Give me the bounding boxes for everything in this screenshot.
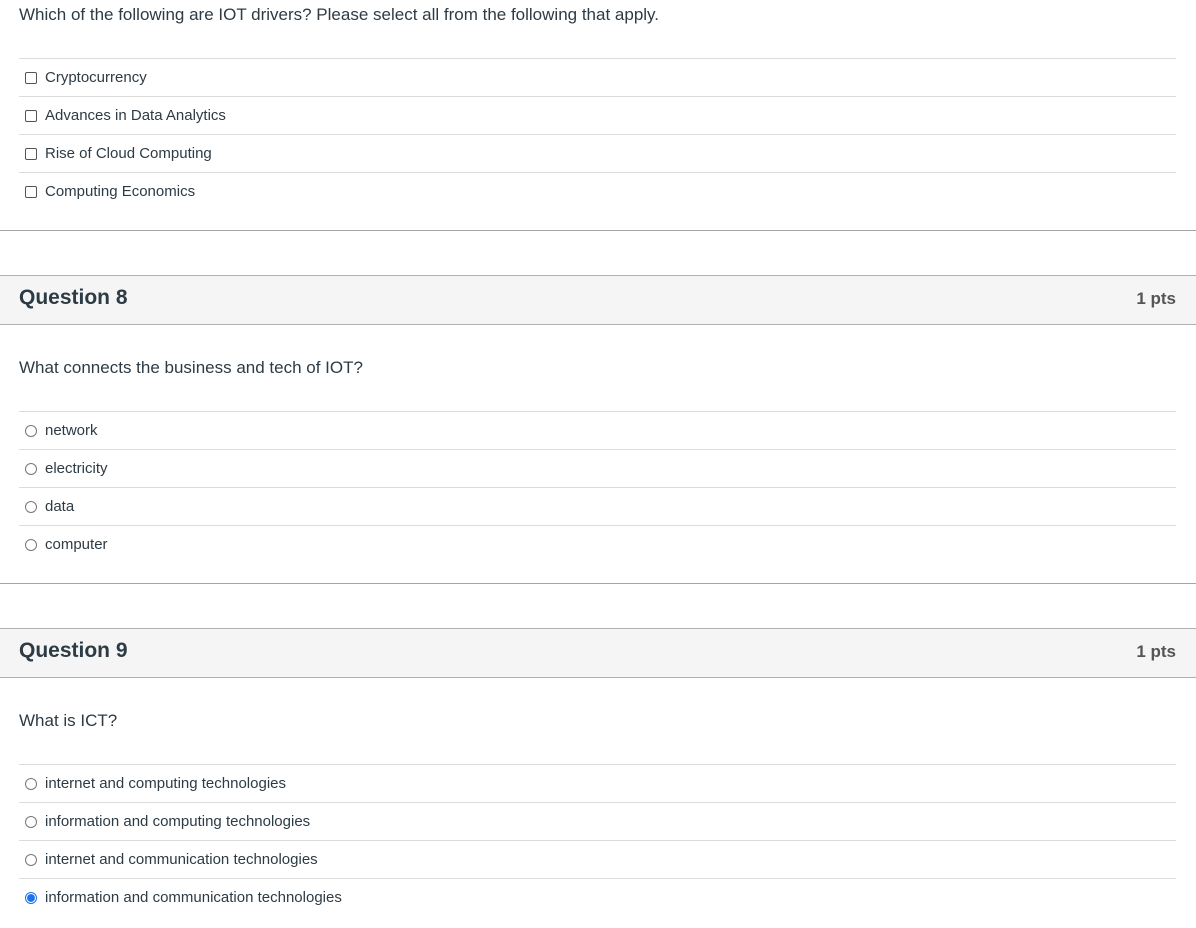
question-7-answers: Cryptocurrency Advances in Data Analytic…: [19, 58, 1176, 210]
checkbox[interactable]: [25, 109, 37, 122]
answer-label: Cryptocurrency: [45, 69, 147, 86]
answer-label: data: [45, 498, 75, 515]
question-points: 1 pts: [1136, 642, 1176, 661]
answer-label: Computing Economics: [45, 183, 196, 200]
question-title: Question 8: [19, 286, 128, 309]
answer-option[interactable]: internet and communication technologies: [19, 840, 1176, 878]
answer-label: internet and communication technologies: [45, 851, 318, 868]
radio-button[interactable]: [25, 853, 37, 866]
question-9-header: Question 9 1 pts: [0, 628, 1196, 678]
answer-option[interactable]: network: [19, 411, 1176, 449]
radio-button[interactable]: [25, 500, 37, 513]
answer-label: Advances in Data Analytics: [45, 107, 226, 124]
checkbox[interactable]: [25, 147, 37, 160]
radio-button-selected[interactable]: [25, 891, 37, 904]
question-8-answers: network electricity data computer: [19, 411, 1176, 563]
answer-option[interactable]: Computing Economics: [19, 172, 1176, 210]
answer-label: information and computing technologies: [45, 813, 311, 830]
answer-label: Rise of Cloud Computing: [45, 145, 212, 162]
question-8-header: Question 8 1 pts: [0, 275, 1196, 325]
answer-option[interactable]: information and communication technologi…: [19, 878, 1176, 916]
answer-label: network: [45, 422, 98, 439]
section-divider: [0, 583, 1196, 584]
answer-option[interactable]: Advances in Data Analytics: [19, 96, 1176, 134]
radio-button[interactable]: [25, 815, 37, 828]
answer-option[interactable]: Rise of Cloud Computing: [19, 134, 1176, 172]
question-points: 1 pts: [1136, 289, 1176, 308]
question-9-answers: internet and computing technologies info…: [19, 764, 1176, 916]
radio-button[interactable]: [25, 538, 37, 551]
question-8-text: What connects the business and tech of I…: [19, 358, 363, 377]
section-divider: [0, 230, 1196, 231]
question-9-text: What is ICT?: [19, 711, 118, 730]
question-title: Question 9: [19, 639, 128, 662]
answer-label: internet and computing technologies: [45, 775, 286, 792]
checkbox[interactable]: [25, 185, 37, 198]
answer-option[interactable]: information and computing technologies: [19, 802, 1176, 840]
answer-option[interactable]: Cryptocurrency: [19, 58, 1176, 96]
answer-label: information and communication technologi…: [45, 889, 342, 906]
question-7-text: Which of the following are IOT drivers? …: [19, 5, 660, 24]
checkbox[interactable]: [25, 71, 37, 84]
answer-label: electricity: [45, 460, 108, 477]
radio-button[interactable]: [25, 777, 37, 790]
answer-option[interactable]: electricity: [19, 449, 1176, 487]
radio-button[interactable]: [25, 424, 37, 437]
answer-option[interactable]: computer: [19, 525, 1176, 563]
answer-label: computer: [45, 536, 108, 553]
radio-button[interactable]: [25, 462, 37, 475]
answer-option[interactable]: internet and computing technologies: [19, 764, 1176, 802]
answer-option[interactable]: data: [19, 487, 1176, 525]
